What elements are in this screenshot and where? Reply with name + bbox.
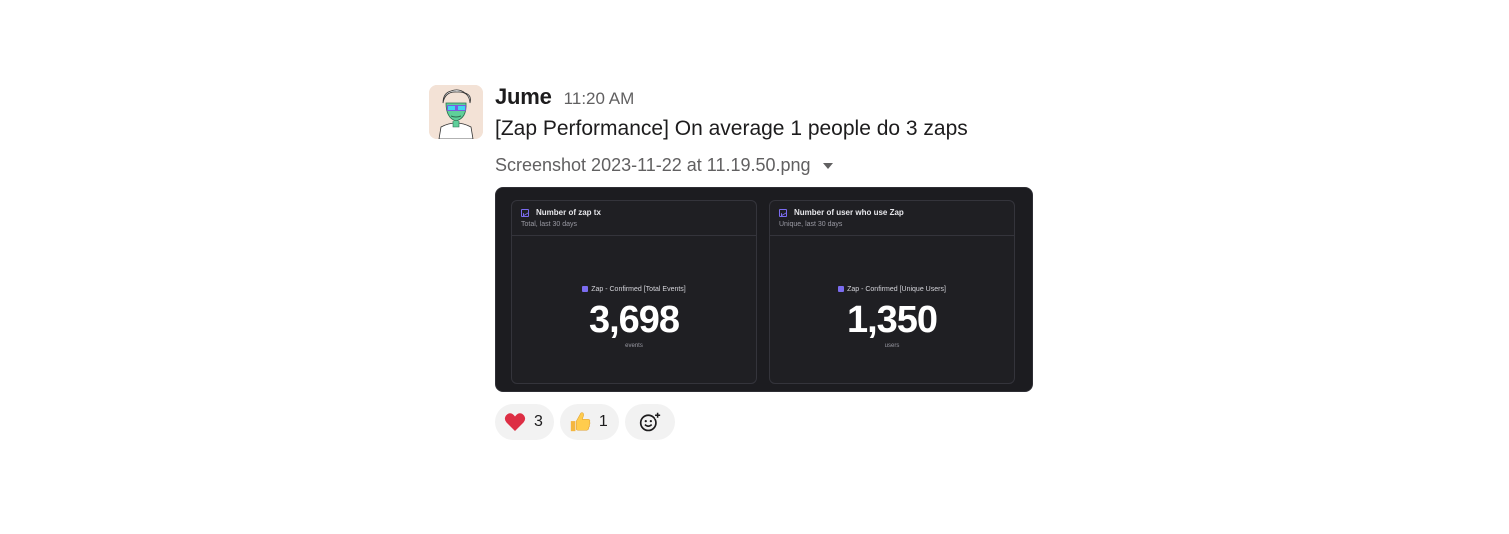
- legend: Zap - Confirmed [Unique Users]: [838, 286, 946, 293]
- timestamp[interactable]: 11:20 AM: [564, 89, 635, 109]
- message-text: [Zap Performance] On average 1 people do…: [495, 117, 968, 140]
- card-title-text: Number of zap tx: [536, 208, 601, 217]
- legend-swatch: [838, 286, 845, 292]
- card-title: Number of zap tx: [521, 208, 756, 217]
- metric-unit: events: [625, 343, 643, 349]
- metric-card: Number of zap tx Total, last 30 days Zap…: [511, 200, 757, 384]
- card-body: Zap - Confirmed [Unique Users] 1,350 use…: [770, 236, 1014, 349]
- card-subtitle: Unique, last 30 days: [779, 221, 843, 228]
- metric-unit: users: [884, 343, 900, 349]
- add-reaction-button[interactable]: [624, 404, 675, 440]
- legend-label: Zap - Confirmed [Total Events]: [591, 285, 686, 293]
- card-header: Number of user who use Zap Unique, last …: [770, 201, 1014, 236]
- card-header: Number of zap tx Total, last 30 days: [512, 201, 756, 236]
- file-name[interactable]: Screenshot 2023-11-22 at 11.19.50.png: [495, 155, 811, 176]
- message-content: Jume 11:20 AM [Zap Performance] On avera…: [495, 84, 1055, 440]
- reaction-count: 3: [534, 413, 543, 430]
- metric-value: 3,698: [588, 299, 680, 341]
- metric-card: Number of user who use Zap Unique, last …: [769, 200, 1015, 384]
- card-subtitle: Total, last 30 days: [521, 221, 578, 228]
- reaction-count: 1: [598, 413, 608, 430]
- legend: Zap - Confirmed [Total Events]: [582, 286, 686, 293]
- legend-label: Zap - Confirmed [Unique Users]: [847, 285, 946, 293]
- metric-value: 1,350: [846, 299, 938, 341]
- chart-icon: [779, 208, 787, 217]
- card-title: Number of user who use Zap: [779, 208, 1014, 217]
- file-header[interactable]: Screenshot 2023-11-22 at 11.19.50.png: [495, 153, 1055, 177]
- thumbs-up-icon: [569, 411, 591, 433]
- reactions-bar: 3 1: [495, 404, 1055, 440]
- chart-icon: [521, 208, 529, 217]
- add-reaction-icon: [639, 411, 661, 433]
- message-meta: Jume 11:20 AM: [495, 84, 1055, 112]
- avatar[interactable]: [429, 85, 483, 139]
- caret-down-icon[interactable]: [822, 163, 833, 169]
- reaction-heart[interactable]: 3: [495, 404, 554, 440]
- reaction-thumbs-up[interactable]: 1: [559, 404, 619, 440]
- avatar-illustration: [429, 85, 483, 139]
- card-body: Zap - Confirmed [Total Events] 3,698 eve…: [512, 236, 756, 349]
- image-attachment[interactable]: Number of zap tx Total, last 30 days Zap…: [495, 187, 1033, 392]
- username[interactable]: Jume: [495, 84, 552, 110]
- heart-icon: [504, 411, 526, 433]
- legend-swatch: [582, 286, 589, 292]
- card-title-text: Number of user who use Zap: [794, 208, 904, 217]
